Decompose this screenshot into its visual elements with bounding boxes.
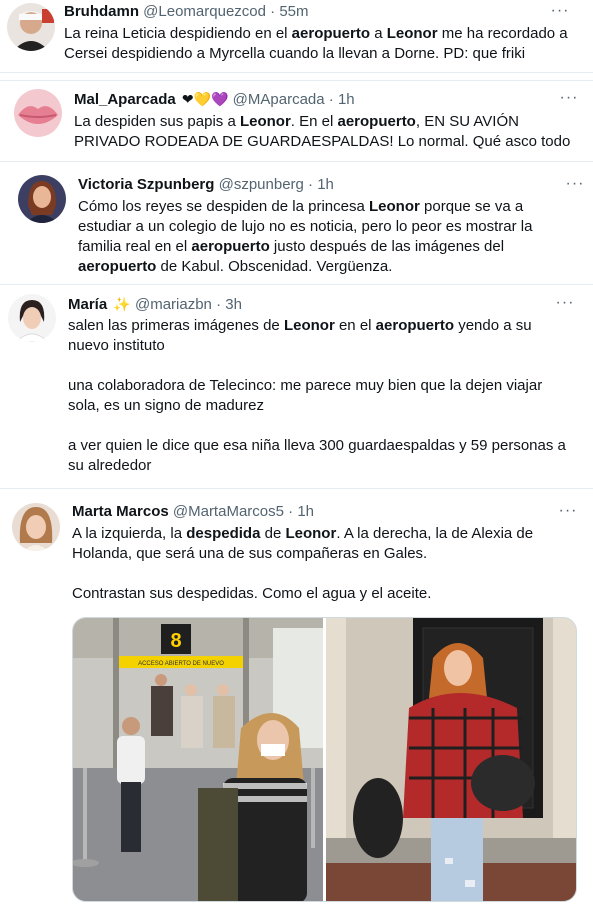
text-segment: salen las primeras imágenes de (68, 317, 284, 334)
tweet-media[interactable]: 8 ACCESO ABIERTO DE NUEVO (72, 617, 577, 902)
text-segment: en el (334, 317, 376, 334)
tweet-paragraph: a ver quien le dice que esa niña lleva 3… (68, 437, 566, 474)
author-name[interactable]: Victoria Szpunberg (78, 176, 214, 193)
more-options-icon[interactable]: ··· (549, 3, 571, 24)
avatar-victoria-image (18, 175, 66, 223)
author-name[interactable]: Bruhdamn (64, 3, 139, 20)
timestamp[interactable]: 55m (279, 3, 308, 20)
author-name[interactable]: Mal_Aparcada (74, 91, 176, 108)
tweet-3[interactable]: Victoria Szpunberg @szpunberg · 1h ··· C… (0, 163, 593, 285)
timestamp[interactable]: 1h (317, 176, 334, 193)
photo-airport[interactable]: 8 ACCESO ABIERTO DE NUEVO (73, 618, 323, 902)
photo-sign-number: 8 (170, 630, 181, 652)
dot-separator: · (328, 91, 334, 108)
heart-emojis: ❤💛💜 (181, 91, 229, 107)
more-options-icon[interactable]: ··· (564, 176, 586, 197)
tweet-text: Cómo los reyes se despiden de la princes… (78, 197, 578, 277)
tweet-text: A la izquierda, la despedida de Leonor. … (72, 524, 577, 604)
avatar-marta-image (12, 503, 60, 551)
timestamp[interactable]: 1h (297, 503, 314, 520)
tweet-paragraph: una colaboradora de Telecinco: me parece… (68, 377, 543, 414)
avatar[interactable] (14, 89, 62, 137)
text-segment: La reina Leticia despidiendo en el (64, 25, 292, 42)
more-options-icon[interactable]: ··· (557, 503, 579, 524)
text-segment: . En el (290, 113, 338, 130)
text-segment: A la izquierda, la (72, 525, 187, 542)
highlight-keyword: aeropuerto (78, 258, 157, 275)
text-segment: a (370, 25, 387, 42)
author-handle[interactable]: @Leomarquezcod (143, 3, 266, 20)
avatar-bruhdamn-image (7, 3, 55, 51)
avatar[interactable] (7, 3, 55, 51)
highlight-keyword: Leonor (369, 198, 420, 215)
dot-separator: · (216, 296, 222, 313)
author-handle[interactable]: @MartaMarcos5 (173, 503, 284, 520)
dot-separator: · (270, 3, 276, 20)
avatar[interactable] (12, 503, 60, 551)
text-segment: La despiden sus papis a (74, 113, 240, 130)
avatar-maria-image (8, 294, 56, 342)
tweet-2[interactable]: Mal_Aparcada ❤💛💜 @MAparcada · 1h ··· La … (0, 80, 593, 162)
dot-separator: · (288, 503, 294, 520)
highlight-keyword: Leonor (285, 525, 337, 542)
tweet-text: salen las primeras imágenes de Leonor en… (68, 316, 573, 476)
avatar-lips-image (14, 89, 62, 137)
text-segment: justo después de las imágenes del (269, 238, 505, 255)
author-name[interactable]: Marta Marcos (72, 503, 169, 520)
avatar[interactable] (18, 175, 66, 223)
tweet-1[interactable]: Bruhdamn @Leomarquezcod · 55m ··· La rei… (0, 0, 593, 73)
tweet-text: La reina Leticia despidiendo en el aerop… (64, 24, 569, 64)
tweet-text: La despiden sus papis a Leonor. En el ae… (74, 112, 584, 152)
avatar[interactable] (8, 294, 56, 342)
highlight-keyword: Leonor (239, 113, 291, 130)
more-options-icon[interactable]: ··· (558, 90, 580, 111)
media-photos: 8 ACCESO ABIERTO DE NUEVO (73, 618, 577, 902)
tweet-paragraph: Contrastan sus despedidas. Como el agua … (72, 585, 432, 602)
author-handle[interactable]: @szpunberg (219, 176, 304, 193)
highlight-keyword: aeropuerto (375, 317, 455, 334)
highlight-keyword: Leonor (283, 317, 335, 334)
dot-separator: · (308, 176, 314, 193)
tweet-4[interactable]: María ✨ @mariazbn · 3h ··· salen las pri… (0, 286, 593, 489)
highlight-keyword: despedida (186, 525, 261, 542)
sparkles-emoji: ✨ (113, 296, 131, 312)
highlight-keyword: Leonor (386, 25, 438, 42)
text-segment: Cómo los reyes se despiden de la princes… (78, 198, 369, 215)
more-options-icon[interactable]: ··· (554, 295, 576, 316)
highlight-keyword: aeropuerto (337, 113, 416, 130)
author-name[interactable]: María (68, 296, 107, 313)
photo-banner-text: ACCESO ABIERTO DE NUEVO (138, 661, 224, 667)
timestamp[interactable]: 3h (225, 296, 242, 313)
text-segment: de Kabul. Obscenidad. Vergüenza. (156, 258, 393, 275)
author-handle[interactable]: @MAparcada (233, 91, 325, 108)
text-segment: de (260, 525, 286, 542)
highlight-keyword: aeropuerto (291, 25, 371, 42)
timestamp[interactable]: 1h (338, 91, 355, 108)
photo-doorway[interactable] (326, 618, 577, 902)
author-handle[interactable]: @mariazbn (135, 296, 212, 313)
highlight-keyword: aeropuerto (191, 238, 270, 255)
